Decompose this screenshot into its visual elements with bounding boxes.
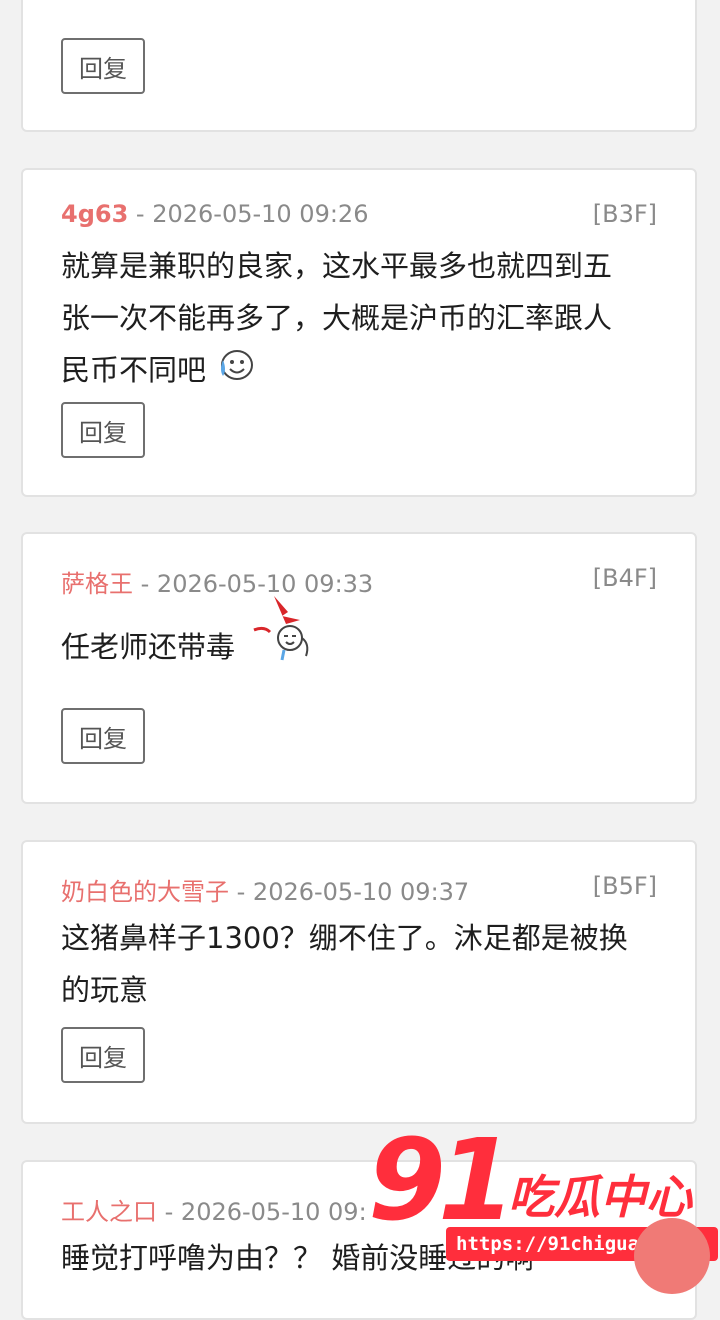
comment-author[interactable]: 工人之口	[61, 1198, 157, 1226]
meta-separator: -	[128, 200, 153, 228]
bleeding-face-icon	[244, 596, 324, 682]
floor-label: [B5F]	[592, 872, 657, 900]
comment-author[interactable]: 奶白色的大雪子	[61, 878, 229, 906]
comment-time: 2026-05-10 09:26	[152, 200, 369, 228]
reply-button[interactable]: 回复	[61, 708, 145, 764]
comment-text-content: 就算是兼职的良家，这水平最多也就四到五张一次不能再多了，大概是沪币的汇率跟人民币…	[61, 249, 613, 387]
comment-author[interactable]: 4g63	[61, 200, 128, 228]
reply-button[interactable]: 回复	[61, 1027, 145, 1083]
floor-label: [B4F]	[592, 564, 657, 592]
comment-meta: 萨格王 - 2026-05-10 09:33 [B4F]	[61, 564, 657, 599]
watermark-title: 吃瓜中心	[508, 1170, 692, 1224]
comment-text-content: 任老师还带毒	[61, 630, 236, 664]
comment-meta: 奶白色的大雪子 - 2026-05-10 09:37 [B5F]	[61, 872, 657, 907]
comment-time: 2026-05-10 09:37	[252, 878, 470, 906]
watermark-number: 91	[368, 1116, 516, 1246]
comment-text: 就算是兼职的良家，这水平最多也就四到五张一次不能再多了，大概是沪币的汇率跟人民币…	[61, 240, 639, 398]
floor-label: [B3F]	[592, 200, 657, 228]
meta-separator: -	[157, 1198, 181, 1226]
comment-author[interactable]: 萨格王	[61, 570, 133, 598]
floating-action-button[interactable]	[634, 1218, 710, 1294]
reply-button[interactable]: 回复	[61, 38, 145, 94]
meta-separator: -	[133, 570, 157, 598]
comment-time: 2026-05-10 09:	[180, 1198, 367, 1226]
comment-text: 这猪鼻样子1300？绷不住了。沐足都是被换的玩意	[61, 921, 628, 1007]
comment-card-b3f: 4g63 - 2026-05-10 09:26 [B3F] 就算是兼职的良家，这…	[21, 168, 697, 497]
comment-card-partial: 回复	[21, 0, 697, 132]
reply-button[interactable]: 回复	[61, 402, 145, 458]
comment-card-b4f: 萨格王 - 2026-05-10 09:33 [B4F] 任老师还带毒 回复	[21, 532, 697, 804]
meta-separator: -	[229, 878, 253, 906]
comment-text: 任老师还带毒	[61, 596, 639, 682]
comment-meta: 4g63 - 2026-05-10 09:26 [B3F]	[61, 200, 657, 228]
sweat-smile-icon	[215, 346, 255, 398]
comment-card-b5f: 奶白色的大雪子 - 2026-05-10 09:37 [B5F] 这猪鼻样子13…	[21, 840, 697, 1124]
